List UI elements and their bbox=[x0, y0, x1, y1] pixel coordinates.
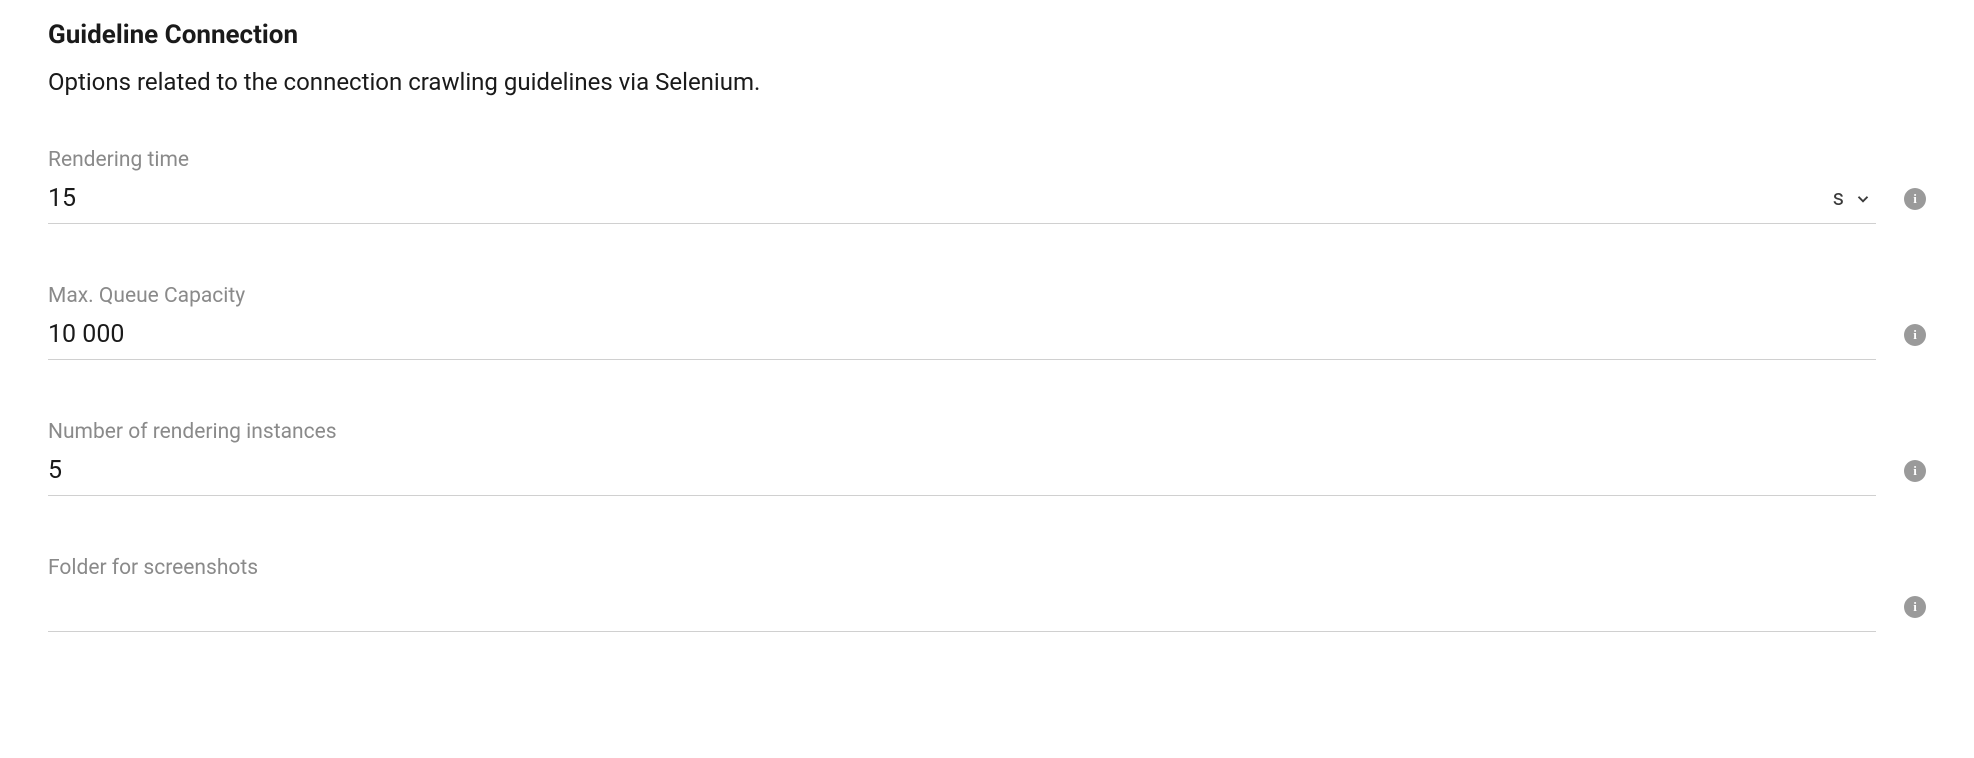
rendering-instances-input[interactable] bbox=[48, 456, 1876, 485]
rendering-time-input[interactable] bbox=[48, 184, 1821, 213]
screenshot-folder-label: Folder for screenshots bbox=[48, 556, 1876, 580]
rendering-time-unit-label: s bbox=[1833, 186, 1844, 211]
field-rendering-time: Rendering time s i bbox=[48, 148, 1926, 224]
chevron-down-icon bbox=[1854, 190, 1872, 208]
screenshot-folder-input[interactable] bbox=[48, 592, 1876, 621]
field-screenshot-folder: Folder for screenshots i bbox=[48, 556, 1926, 632]
field-rendering-instances: Number of rendering instances i bbox=[48, 420, 1926, 496]
info-icon[interactable]: i bbox=[1904, 460, 1926, 482]
info-icon[interactable]: i bbox=[1904, 188, 1926, 210]
rendering-time-unit-select[interactable]: s bbox=[1833, 186, 1876, 211]
section-title: Guideline Connection bbox=[48, 20, 1926, 50]
section-description: Options related to the connection crawli… bbox=[48, 68, 1926, 96]
max-queue-input[interactable] bbox=[48, 320, 1876, 349]
max-queue-label: Max. Queue Capacity bbox=[48, 284, 1876, 308]
rendering-instances-label: Number of rendering instances bbox=[48, 420, 1876, 444]
rendering-time-label: Rendering time bbox=[48, 148, 1876, 172]
field-max-queue: Max. Queue Capacity i bbox=[48, 284, 1926, 360]
info-icon[interactable]: i bbox=[1904, 324, 1926, 346]
info-icon[interactable]: i bbox=[1904, 596, 1926, 618]
